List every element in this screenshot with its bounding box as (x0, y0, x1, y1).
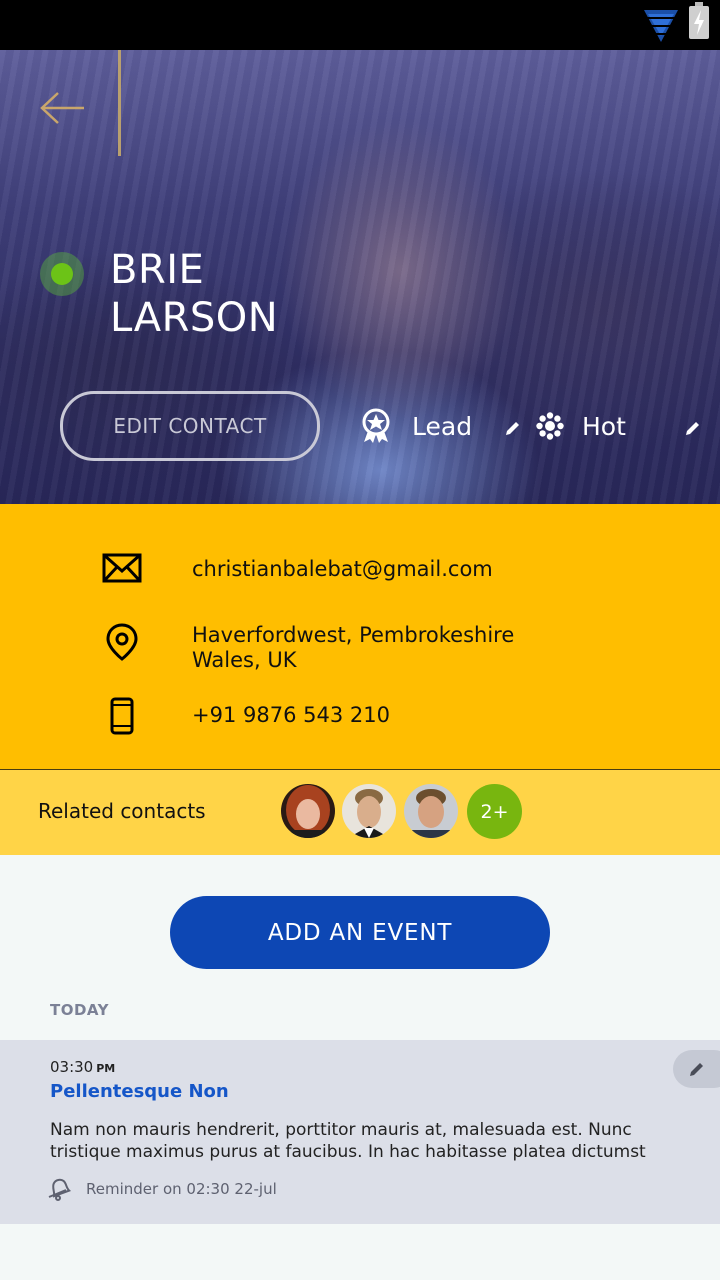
award-ribbon-icon (362, 408, 390, 443)
address-line-1: Haverfordwest, Pembrokeshire (192, 623, 515, 647)
back-arrow-icon[interactable] (38, 88, 88, 128)
event-description: Nam non mauris hendrerit, porttitor maur… (50, 1120, 646, 1162)
bell-icon (48, 1178, 72, 1201)
event-time: 03:30 PM (50, 1058, 115, 1076)
related-contacts-bar: Related contacts 2+ (0, 769, 720, 855)
address-line-2: Wales, UK (192, 648, 297, 672)
tag-hot[interactable]: Hot (536, 406, 626, 446)
status-bar (0, 0, 720, 50)
event-title: Pellentesque Non (50, 1081, 229, 1102)
tag-lead-label: Lead (412, 411, 473, 441)
edit-tag-hot-icon[interactable] (685, 420, 701, 436)
contact-info-panel: christianbalebat@gmail.com Haverfordwest… (0, 504, 720, 769)
mobile-phone-icon (110, 697, 134, 735)
event-reminder-text: Reminder on 02:30 22-jul (86, 1180, 277, 1198)
pencil-icon (690, 1063, 703, 1076)
phone-text: +91 9876 543 210 (192, 703, 390, 727)
related-contacts-label: Related contacts (38, 799, 206, 823)
edit-event-button[interactable] (673, 1050, 720, 1088)
contact-last-name: LARSON (110, 295, 279, 341)
email-text: christianbalebat@gmail.com (192, 557, 493, 581)
event-time-value: 03:30 (50, 1058, 94, 1076)
contact-name: BRIE LARSON (110, 246, 278, 342)
related-contact-avatar-2[interactable] (342, 784, 396, 838)
contact-first-name: BRIE (110, 247, 205, 293)
more-related-contacts-badge[interactable]: 2+ (467, 784, 522, 839)
related-contact-avatar-1[interactable] (281, 784, 335, 838)
tag-lead[interactable]: Lead (358, 406, 472, 446)
sun-icon (536, 412, 564, 440)
wifi-icon (644, 10, 678, 42)
address-text: Haverfordwest, Pembrokeshire Wales, UK (192, 623, 514, 673)
envelope-icon (102, 553, 142, 583)
online-status-dot (40, 252, 84, 296)
edit-tag-lead-icon[interactable] (505, 420, 521, 436)
battery-charging-icon (689, 2, 709, 39)
event-card[interactable]: 03:30 PM Pellentesque Non Nam non mauris … (0, 1040, 720, 1224)
edit-contact-button[interactable]: EDIT CONTACT (60, 391, 320, 461)
event-reminder: Reminder on 02:30 22-jul (46, 1176, 277, 1202)
add-event-button[interactable]: ADD AN EVENT (170, 896, 550, 969)
tag-hot-label: Hot (582, 411, 626, 441)
profile-header: BRIE LARSON EDIT CONTACT Lead Hot (0, 50, 720, 504)
event-time-ampm: PM (96, 1062, 116, 1075)
related-contact-avatar-3[interactable] (404, 784, 458, 838)
header-divider (118, 50, 121, 156)
section-header-today: TODAY (50, 1001, 109, 1019)
location-pin-icon (106, 623, 138, 661)
